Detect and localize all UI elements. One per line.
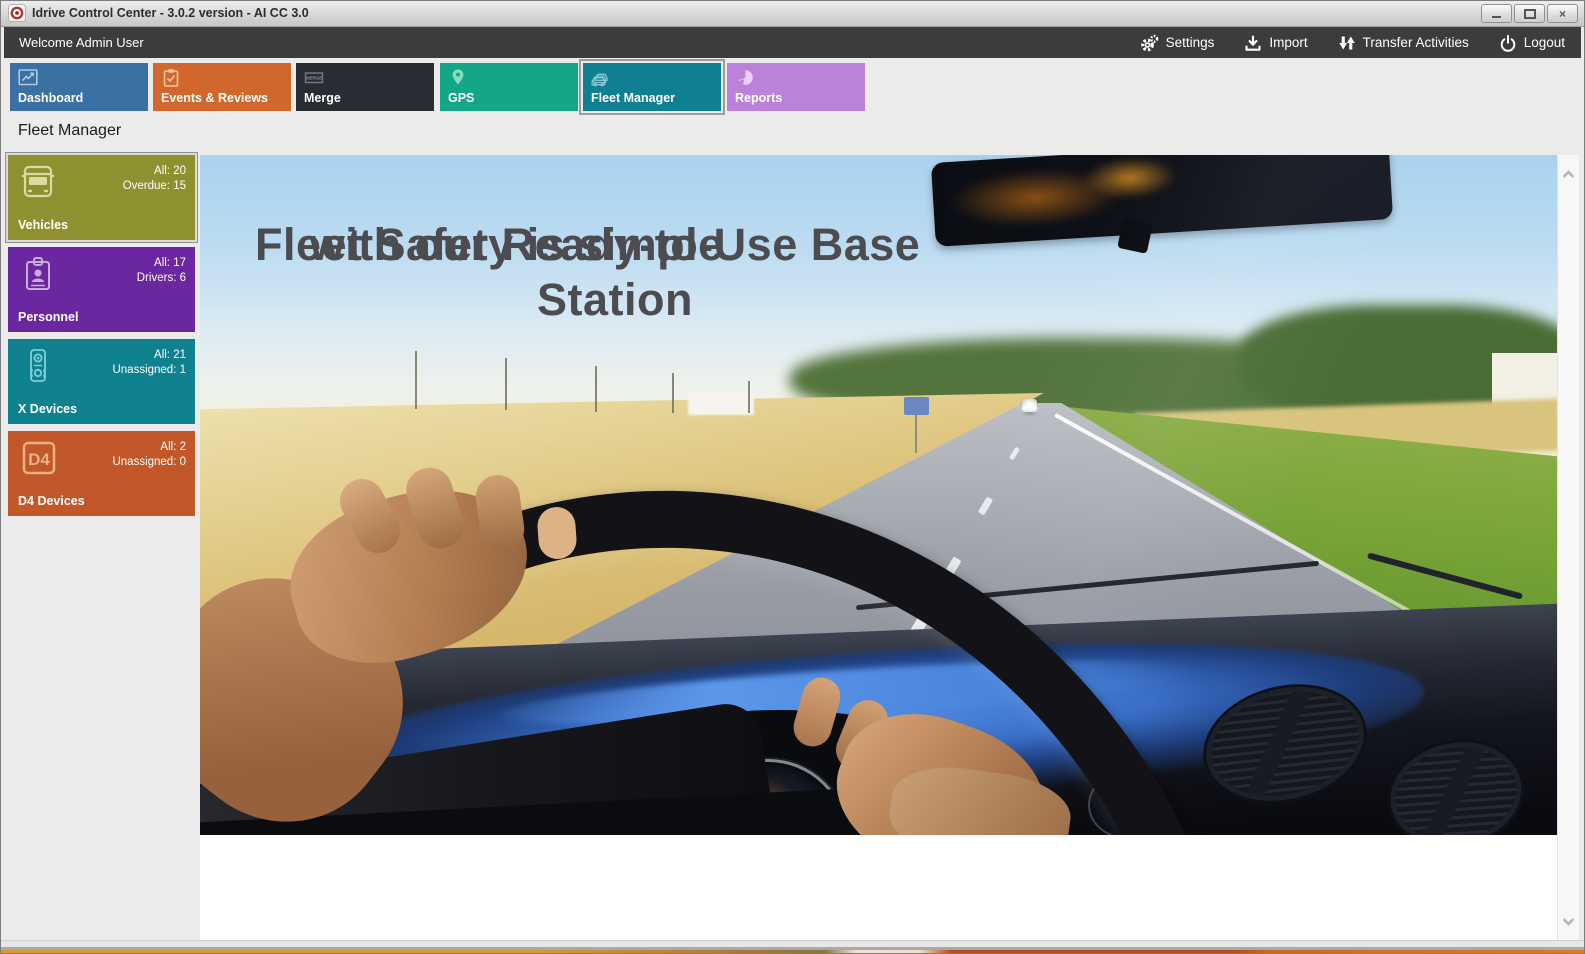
power-icon bbox=[1499, 34, 1517, 52]
d4-devices-stat-all: All: 2 bbox=[112, 440, 186, 455]
line-chart-icon bbox=[18, 68, 38, 88]
tab-events-reviews-label: Events & Reviews bbox=[161, 91, 268, 105]
personnel-stats: All: 17 Drivers: 6 bbox=[137, 256, 186, 286]
sidebar-card-x-devices[interactable]: All: 21 Unassigned: 1 X Devices bbox=[8, 339, 195, 424]
tab-gps[interactable]: GPS bbox=[440, 63, 578, 111]
page-title: Fleet Manager bbox=[18, 122, 121, 140]
import-label: Import bbox=[1269, 35, 1307, 50]
tab-gps-label: GPS bbox=[448, 91, 474, 105]
settings-label: Settings bbox=[1166, 35, 1215, 50]
window-title: Idrive Control Center - 3.0.2 version - … bbox=[32, 0, 309, 26]
gears-icon bbox=[1139, 34, 1159, 52]
module-tabstrip: Dashboard Events & Reviews MERGE Merge G… bbox=[4, 58, 1581, 118]
logout-button[interactable]: Logout bbox=[1499, 34, 1565, 52]
tab-events-reviews[interactable]: Events & Reviews bbox=[153, 63, 291, 111]
tab-reports[interactable]: Reports bbox=[727, 63, 865, 111]
banner-utility-pole bbox=[672, 373, 674, 413]
app-logo-icon bbox=[8, 4, 26, 22]
banner-headline-line2: with our Ready-to-Use Base Station bbox=[255, 217, 975, 327]
personnel-stat-all: All: 17 bbox=[137, 256, 186, 271]
vehicles-stats: All: 20 Overdue: 15 bbox=[123, 164, 186, 194]
tab-fleet-manager-label: Fleet Manager bbox=[591, 91, 675, 105]
background-window-sliver bbox=[0, 950, 1585, 954]
personnel-stat-drivers: Drivers: 6 bbox=[137, 271, 186, 286]
vertical-scrollbar[interactable] bbox=[1557, 155, 1579, 940]
x-devices-stat-unassigned: Unassigned: 1 bbox=[112, 363, 186, 378]
fleet-cars-icon bbox=[591, 68, 611, 88]
transfer-activities-button[interactable]: Transfer Activities bbox=[1338, 34, 1469, 52]
merge-box-icon: MERGE bbox=[304, 68, 324, 88]
tab-reports-label: Reports bbox=[735, 91, 782, 105]
banner-utility-pole bbox=[748, 381, 750, 413]
minimize-button[interactable] bbox=[1481, 4, 1512, 23]
welcome-text: Welcome Admin User bbox=[19, 35, 144, 50]
x-devices-stats: All: 21 Unassigned: 1 bbox=[112, 348, 186, 378]
close-button[interactable]: × bbox=[1547, 4, 1578, 23]
map-pin-icon bbox=[448, 68, 468, 88]
d4-devices-card-label: D4 Devices bbox=[18, 494, 85, 508]
scroll-down-button[interactable] bbox=[1558, 908, 1579, 934]
maximize-icon bbox=[1524, 9, 1536, 19]
fleet-safety-banner-image: Fleet Safety is simple with our Ready-to… bbox=[200, 155, 1557, 835]
banner-road-sign bbox=[904, 397, 929, 415]
clipboard-check-icon bbox=[161, 68, 181, 88]
transfer-arrows-icon bbox=[1338, 34, 1356, 52]
import-icon bbox=[1244, 34, 1262, 52]
chevron-down-icon bbox=[1562, 917, 1575, 926]
top-nav-bar: Welcome Admin User Settings Import bbox=[4, 27, 1581, 58]
titlebar: Idrive Control Center - 3.0.2 version - … bbox=[0, 0, 1585, 27]
banner-building bbox=[688, 391, 754, 415]
vehicles-stat-all: All: 20 bbox=[123, 164, 186, 179]
pie-chart-icon bbox=[735, 68, 755, 88]
vehicles-card-label: Vehicles bbox=[18, 218, 68, 232]
banner-left-fingertip bbox=[536, 506, 578, 561]
banner-sign-pole bbox=[915, 415, 917, 453]
tab-dashboard-label: Dashboard bbox=[18, 91, 83, 105]
x-device-icon bbox=[18, 346, 58, 386]
bus-icon bbox=[18, 162, 58, 202]
banner-mirror-stem bbox=[1117, 218, 1153, 254]
chevron-up-icon bbox=[1562, 170, 1575, 179]
content-empty-area bbox=[200, 835, 1557, 940]
sidebar-card-personnel[interactable]: All: 17 Drivers: 6 Personnel bbox=[8, 247, 195, 332]
svg-text:MERGE: MERGE bbox=[306, 76, 323, 81]
close-icon: × bbox=[1559, 8, 1566, 20]
x-devices-stat-all: All: 21 bbox=[112, 348, 186, 363]
svg-text:D4: D4 bbox=[28, 450, 50, 469]
banner-utility-pole bbox=[415, 351, 417, 409]
minimize-icon bbox=[1492, 16, 1501, 18]
x-devices-card-label: X Devices bbox=[18, 402, 77, 416]
personnel-card-label: Personnel bbox=[18, 310, 78, 324]
banner-utility-pole bbox=[595, 366, 597, 412]
id-badge-icon bbox=[18, 254, 58, 294]
d4-devices-stats: All: 2 Unassigned: 0 bbox=[112, 440, 186, 470]
banner-oncoming-car bbox=[1022, 399, 1037, 412]
tab-fleet-manager[interactable]: Fleet Manager bbox=[583, 63, 721, 111]
scroll-up-button[interactable] bbox=[1558, 161, 1579, 187]
maximize-button[interactable] bbox=[1514, 4, 1545, 23]
sidebar-card-vehicles[interactable]: All: 20 Overdue: 15 Vehicles bbox=[8, 155, 195, 240]
transfer-activities-label: Transfer Activities bbox=[1363, 35, 1469, 50]
sidebar-card-d4-devices[interactable]: D4 All: 2 Unassigned: 0 D4 Devices bbox=[8, 431, 195, 516]
import-button[interactable]: Import bbox=[1244, 34, 1307, 52]
banner-utility-pole bbox=[505, 358, 507, 410]
tab-dashboard[interactable]: Dashboard bbox=[10, 63, 148, 111]
logout-label: Logout bbox=[1524, 35, 1565, 50]
d4-devices-stat-unassigned: Unassigned: 0 bbox=[112, 455, 186, 470]
vehicles-stat-overdue: Overdue: 15 bbox=[123, 179, 186, 194]
tab-merge-label: Merge bbox=[304, 91, 341, 105]
settings-button[interactable]: Settings bbox=[1139, 34, 1215, 52]
banner-rearview-mirror bbox=[931, 155, 1393, 247]
tab-merge[interactable]: MERGE Merge bbox=[296, 63, 434, 111]
d4-box-icon: D4 bbox=[18, 438, 58, 478]
